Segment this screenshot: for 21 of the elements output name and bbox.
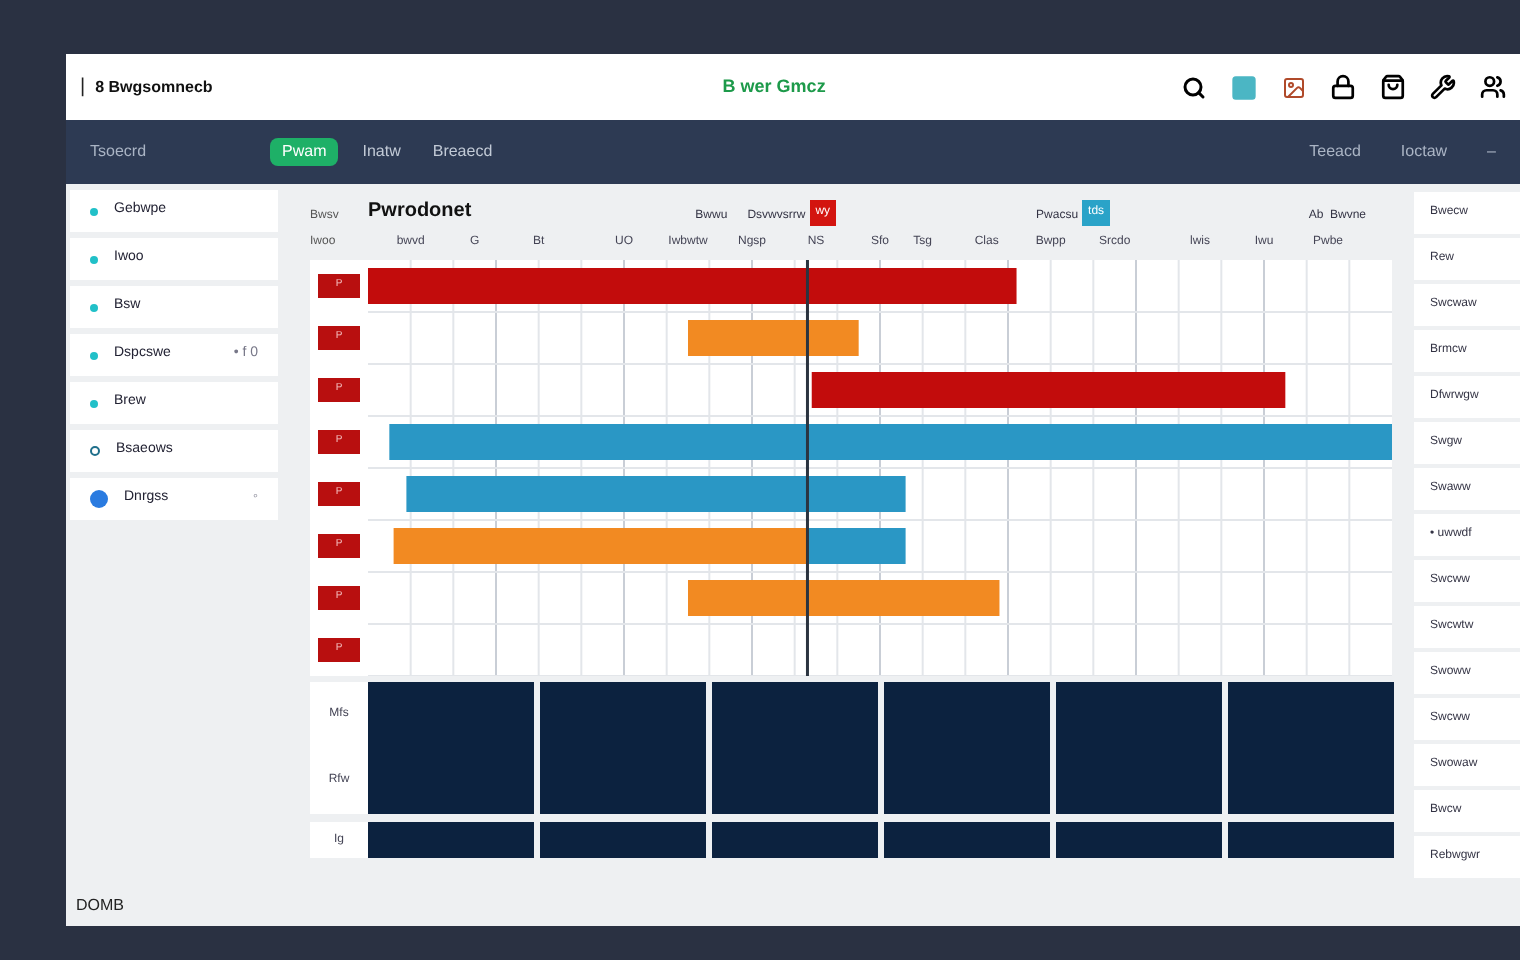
chart-title: Pwrodonet (368, 198, 472, 226)
search-icon[interactable] (1182, 75, 1206, 99)
avatar (90, 490, 108, 508)
wrench-icon[interactable] (1430, 74, 1456, 100)
bag-icon[interactable] (1380, 74, 1406, 100)
app-title: 8 Bwgsomnecb (95, 75, 213, 99)
users-icon[interactable] (1480, 74, 1506, 100)
nav-link[interactable]: – (1487, 140, 1496, 164)
bar-mark: | (80, 74, 86, 102)
nav-link[interactable]: Ioctaw (1400, 140, 1448, 164)
square-icon[interactable] (1230, 73, 1258, 101)
image-icon[interactable] (1282, 75, 1306, 99)
nav-link[interactable]: Teeacd (1309, 140, 1361, 164)
center-title: B wer Gmcz (722, 73, 826, 100)
status-text: DOMB (76, 894, 124, 918)
nav-tab[interactable]: Inatw (354, 140, 409, 164)
nav-label: Tsoecrd (90, 140, 149, 164)
ring-icon (90, 446, 100, 456)
nav-tab[interactable]: Breaecd (424, 140, 501, 164)
task-bar[interactable] (807, 528, 906, 564)
lock-icon[interactable] (1330, 74, 1356, 100)
